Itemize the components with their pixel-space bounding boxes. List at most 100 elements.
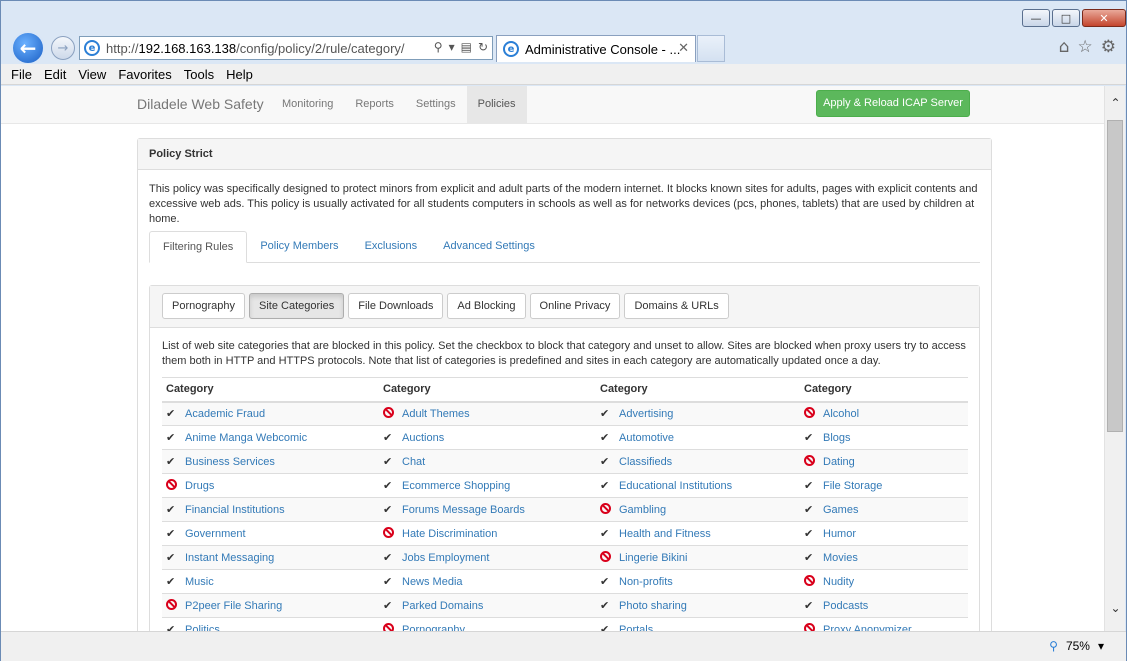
browser-tab[interactable]: e Administrative Console - ... ✕ xyxy=(496,35,696,62)
checkmark-icon[interactable]: ✔ xyxy=(383,479,397,492)
close-window-button[interactable]: ✕ xyxy=(1082,9,1126,27)
blocked-icon[interactable] xyxy=(804,455,815,466)
menu-favorites[interactable]: Favorites xyxy=(118,67,171,82)
category-link[interactable]: Proxy Anonymizer xyxy=(823,624,912,631)
checkmark-icon[interactable]: ✔ xyxy=(383,503,397,516)
checkmark-icon[interactable]: ✔ xyxy=(166,407,180,420)
blocked-icon[interactable] xyxy=(166,479,177,490)
category-link[interactable]: Games xyxy=(823,504,858,516)
tab-filtering-rules[interactable]: Filtering Rules xyxy=(149,231,248,263)
category-link[interactable]: P2peer File Sharing xyxy=(185,600,282,612)
checkmark-icon[interactable]: ✔ xyxy=(600,407,614,420)
menu-view[interactable]: View xyxy=(78,67,106,82)
checkmark-icon[interactable]: ✔ xyxy=(166,455,180,468)
checkmark-icon[interactable]: ✔ xyxy=(804,599,818,612)
compatibility-icon[interactable]: ▤ xyxy=(461,40,472,54)
blocked-icon[interactable] xyxy=(804,623,815,631)
category-link[interactable]: Chat xyxy=(402,456,425,468)
rule-online-privacy-button[interactable]: Online Privacy xyxy=(529,293,621,319)
checkmark-icon[interactable]: ✔ xyxy=(600,431,614,444)
category-link[interactable]: Parked Domains xyxy=(402,600,483,612)
checkmark-icon[interactable]: ✔ xyxy=(600,599,614,612)
blocked-icon[interactable] xyxy=(600,503,611,514)
checkmark-icon[interactable]: ✔ xyxy=(804,503,818,516)
back-button[interactable]: ← xyxy=(11,31,45,65)
checkmark-icon[interactable]: ✔ xyxy=(383,551,397,564)
tab-advanced-settings[interactable]: Advanced Settings xyxy=(430,231,548,262)
checkmark-icon[interactable]: ✔ xyxy=(804,431,818,444)
checkmark-icon[interactable]: ✔ xyxy=(804,527,818,540)
checkmark-icon[interactable]: ✔ xyxy=(600,527,614,540)
checkmark-icon[interactable]: ✔ xyxy=(166,527,180,540)
blocked-icon[interactable] xyxy=(804,575,815,586)
dropdown-icon[interactable]: ▾ xyxy=(449,40,455,54)
scroll-thumb[interactable] xyxy=(1107,120,1123,432)
checkmark-icon[interactable]: ✔ xyxy=(166,431,180,444)
search-icon[interactable]: ⚲ xyxy=(434,40,443,54)
zoom-dropdown-icon[interactable]: ▾ xyxy=(1098,639,1104,653)
category-link[interactable]: Nudity xyxy=(823,576,854,588)
category-link[interactable]: Auctions xyxy=(402,432,444,444)
category-link[interactable]: Drugs xyxy=(185,480,214,492)
scroll-up-icon[interactable]: ⌃ xyxy=(1105,96,1126,116)
address-bar[interactable]: e http://192.168.163.138/config/policy/2… xyxy=(79,36,493,60)
category-link[interactable]: Jobs Employment xyxy=(402,552,489,564)
brand[interactable]: Diladele Web Safety xyxy=(137,96,264,112)
rule-domains-urls-button[interactable]: Domains & URLs xyxy=(624,293,729,319)
menu-help[interactable]: Help xyxy=(226,67,253,82)
rule-pornography-button[interactable]: Pornography xyxy=(162,293,245,319)
nav-settings[interactable]: Settings xyxy=(405,86,467,124)
category-link[interactable]: Instant Messaging xyxy=(185,552,274,564)
nav-reports[interactable]: Reports xyxy=(344,86,405,124)
gear-icon[interactable]: ⚙ xyxy=(1101,37,1116,57)
category-link[interactable]: Dating xyxy=(823,456,855,468)
nav-monitoring[interactable]: Monitoring xyxy=(271,86,344,124)
tab-policy-members[interactable]: Policy Members xyxy=(247,231,351,262)
category-link[interactable]: Politics xyxy=(185,624,220,631)
blocked-icon[interactable] xyxy=(804,407,815,419)
rule-file-downloads-button[interactable]: File Downloads xyxy=(348,293,444,319)
category-link[interactable]: Alcohol xyxy=(823,408,859,420)
category-link[interactable]: Hate Discrimination xyxy=(402,528,497,540)
category-link[interactable]: Financial Institutions xyxy=(185,504,285,516)
menu-tools[interactable]: Tools xyxy=(184,67,214,82)
rule-ad-blocking-button[interactable]: Ad Blocking xyxy=(447,293,526,319)
checkmark-icon[interactable]: ✔ xyxy=(166,575,180,588)
category-link[interactable]: Anime Manga Webcomic xyxy=(185,432,307,444)
nav-policies[interactable]: Policies xyxy=(466,86,527,124)
category-link[interactable]: Pornography xyxy=(402,624,465,631)
scroll-down-icon[interactable]: ⌄ xyxy=(1105,601,1126,621)
tab-exclusions[interactable]: Exclusions xyxy=(352,231,431,262)
category-link[interactable]: Health and Fitness xyxy=(619,528,711,540)
category-link[interactable]: Blogs xyxy=(823,432,851,444)
category-link[interactable]: Government xyxy=(185,528,246,540)
checkmark-icon[interactable]: ✔ xyxy=(600,455,614,468)
category-link[interactable]: News Media xyxy=(402,576,463,588)
checkmark-icon[interactable]: ✔ xyxy=(600,575,614,588)
category-link[interactable]: Photo sharing xyxy=(619,600,687,612)
category-link[interactable]: Movies xyxy=(823,552,858,564)
category-link[interactable]: Advertising xyxy=(619,408,673,420)
category-link[interactable]: Gambling xyxy=(619,504,666,516)
checkmark-icon[interactable]: ✔ xyxy=(804,551,818,564)
checkmark-icon[interactable]: ✔ xyxy=(166,503,180,516)
menu-edit[interactable]: Edit xyxy=(44,67,66,82)
category-link[interactable]: Podcasts xyxy=(823,600,868,612)
category-link[interactable]: Business Services xyxy=(185,456,275,468)
checkmark-icon[interactable]: ✔ xyxy=(166,623,180,631)
checkmark-icon[interactable]: ✔ xyxy=(166,551,180,564)
blocked-icon[interactable] xyxy=(383,527,394,538)
category-link[interactable]: File Storage xyxy=(823,480,882,492)
close-tab-icon[interactable]: ✕ xyxy=(678,41,689,56)
category-link[interactable]: Automotive xyxy=(619,432,674,444)
forward-button[interactable]: → xyxy=(51,36,75,60)
category-link[interactable]: Ecommerce Shopping xyxy=(402,480,510,492)
checkmark-icon[interactable]: ✔ xyxy=(383,575,397,588)
checkmark-icon[interactable]: ✔ xyxy=(383,431,397,444)
category-link[interactable]: Academic Fraud xyxy=(185,408,265,420)
vertical-scrollbar[interactable]: ⌃ ⌄ xyxy=(1104,86,1125,631)
blocked-icon[interactable] xyxy=(166,599,177,610)
category-link[interactable]: Humor xyxy=(823,528,856,540)
category-link[interactable]: Classifieds xyxy=(619,456,672,468)
minimize-button[interactable]: — xyxy=(1022,9,1050,27)
